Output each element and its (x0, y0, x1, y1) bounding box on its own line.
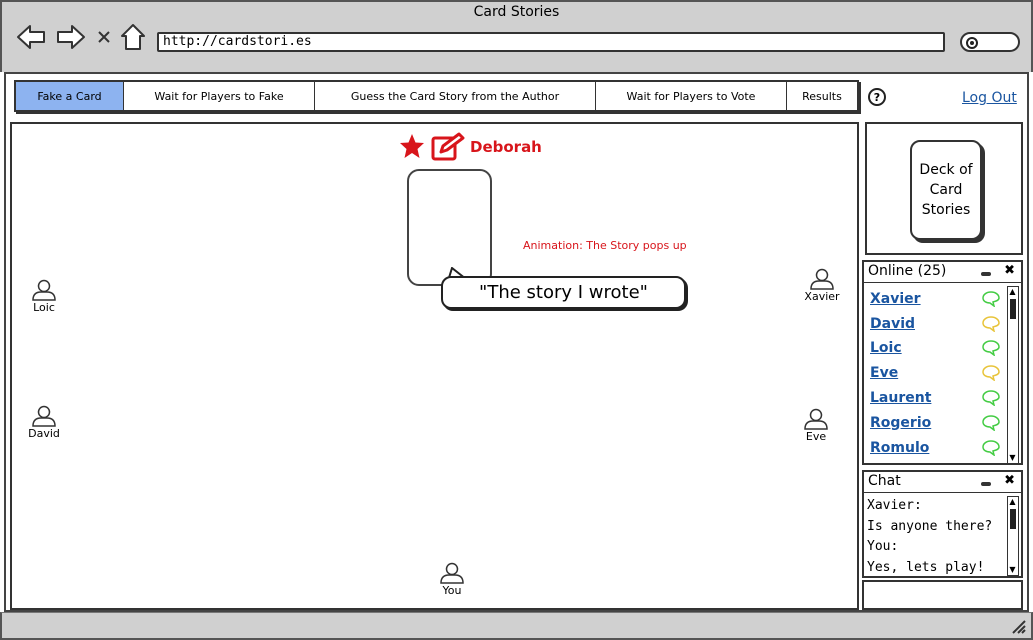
browser-search-field[interactable] (960, 32, 1020, 52)
status-bar (0, 612, 1033, 640)
chat-bubble-icon[interactable] (982, 315, 1000, 332)
online-user-name[interactable]: Laurent (870, 390, 931, 406)
stop-icon[interactable] (94, 22, 114, 52)
address-bar[interactable]: http://cardstori.es (157, 32, 945, 52)
online-user-item[interactable]: Laurent (870, 385, 1000, 410)
user-icon (810, 268, 834, 290)
forward-arrow-icon[interactable] (56, 22, 86, 52)
scroll-down-icon[interactable]: ▼ (1008, 565, 1017, 575)
online-user-name[interactable]: Romulo (870, 440, 929, 456)
scroll-thumb[interactable] (1010, 299, 1016, 319)
tab-wait-for-players-to-vote[interactable]: Wait for Players to Vote (596, 82, 787, 110)
chat-bubble-icon[interactable] (982, 414, 1000, 431)
chat-line: Is anyone there? (867, 518, 993, 534)
chat-line: Xavier: (867, 498, 922, 513)
online-user-name[interactable]: Xavier (870, 291, 921, 307)
back-arrow-icon[interactable] (16, 22, 46, 52)
player-xavier[interactable]: Xavier (801, 268, 843, 303)
player-name: Eve (805, 430, 827, 443)
chat-bubble-icon[interactable] (982, 389, 1000, 406)
player-david[interactable]: David (28, 405, 60, 440)
chat-bubble-icon[interactable] (982, 290, 1000, 307)
user-icon (32, 405, 56, 427)
tab-results[interactable]: Results (787, 82, 857, 110)
chat-input[interactable] (862, 580, 1023, 610)
logout-link[interactable]: Log Out (962, 90, 1017, 106)
online-user-item[interactable]: David (870, 311, 1000, 336)
player-you[interactable]: You (436, 562, 468, 597)
user-icon (804, 408, 828, 430)
online-user-name[interactable]: David (870, 316, 915, 332)
chat-panel-header: Chat ✖ (864, 472, 1021, 493)
resize-grip-icon[interactable] (1009, 617, 1027, 635)
online-user-name[interactable]: Rogerio (870, 415, 931, 431)
chat-line: You: (867, 539, 899, 554)
tab-fake-a-card[interactable]: Fake a Card (16, 82, 124, 110)
chat-panel: Chat ✖ Xavier: Is anyone there? You: Yes… (862, 470, 1023, 578)
user-icon (32, 279, 56, 301)
online-user-name[interactable]: Loic (870, 340, 902, 356)
tab-guess-the-story[interactable]: Guess the Card Story from the Author (315, 82, 596, 110)
user-icon (440, 562, 464, 584)
player-name: You (442, 584, 462, 597)
minimize-icon[interactable] (981, 482, 991, 486)
chat-scrollbar[interactable]: ▲ ▼ (1007, 496, 1019, 576)
edit-icon (431, 132, 465, 166)
online-user-item[interactable]: Eve (870, 360, 1000, 385)
chat-bubble-icon[interactable] (982, 439, 1000, 456)
close-icon[interactable]: ✖ (1004, 263, 1015, 278)
deck-label-line: Deck of (919, 162, 973, 178)
story-speech-bubble: "The story I wrote" (441, 276, 686, 309)
animation-note: Animation: The Story pops up (523, 239, 687, 252)
online-user-list: Xavier David Loic Eve Laurent Rogerio Romulo (870, 286, 1000, 460)
deck-label-line: Stories (921, 202, 971, 218)
online-user-item[interactable]: Xavier (870, 286, 1000, 311)
scroll-down-icon[interactable]: ▼ (1008, 453, 1017, 463)
player-name: Xavier (804, 290, 840, 303)
player-name: Loic (33, 301, 55, 314)
online-users-panel: Online (25) ✖ Xavier David Loic Eve Laurent R… (862, 260, 1023, 465)
player-eve[interactable]: Eve (800, 408, 832, 443)
window-title: Card Stories (473, 4, 560, 20)
online-user-item[interactable]: Rogerio (870, 410, 1000, 435)
home-icon[interactable] (119, 22, 147, 52)
author-name: Deborah (470, 138, 542, 156)
chat-line: Yes, lets play! (867, 559, 985, 575)
online-user-name[interactable]: Eve (870, 365, 898, 381)
star-icon (399, 133, 425, 163)
online-user-item[interactable]: Romulo (870, 435, 1000, 460)
chat-panel-title: Chat (868, 473, 901, 489)
online-panel-title: Online (25) (868, 263, 947, 279)
deck-label-line: Card (929, 182, 963, 198)
online-user-item[interactable]: Loic (870, 336, 1000, 360)
scroll-thumb[interactable] (1010, 509, 1016, 529)
chat-log: Xavier: Is anyone there? You: Yes, lets … (867, 496, 992, 578)
deck-of-card-stories[interactable]: Deck of Card Stories (910, 140, 982, 240)
player-loic[interactable]: Loic (28, 279, 60, 314)
search-icon (966, 37, 978, 49)
chat-bubble-icon[interactable] (982, 364, 1000, 381)
help-icon[interactable]: ? (868, 88, 886, 106)
online-scrollbar[interactable]: ▲ ▼ (1007, 286, 1019, 464)
player-name: David (28, 427, 60, 440)
minimize-icon[interactable] (981, 272, 991, 276)
scroll-up-icon[interactable]: ▲ (1008, 497, 1017, 507)
online-panel-header: Online (25) ✖ (864, 262, 1021, 283)
chat-bubble-icon[interactable] (982, 340, 1000, 356)
game-step-tabs: Fake a Card Wait for Players to Fake Gue… (14, 80, 859, 112)
tab-wait-for-players-to-fake[interactable]: Wait for Players to Fake (124, 82, 315, 110)
close-icon[interactable]: ✖ (1004, 473, 1015, 488)
scroll-up-icon[interactable]: ▲ (1008, 287, 1017, 297)
